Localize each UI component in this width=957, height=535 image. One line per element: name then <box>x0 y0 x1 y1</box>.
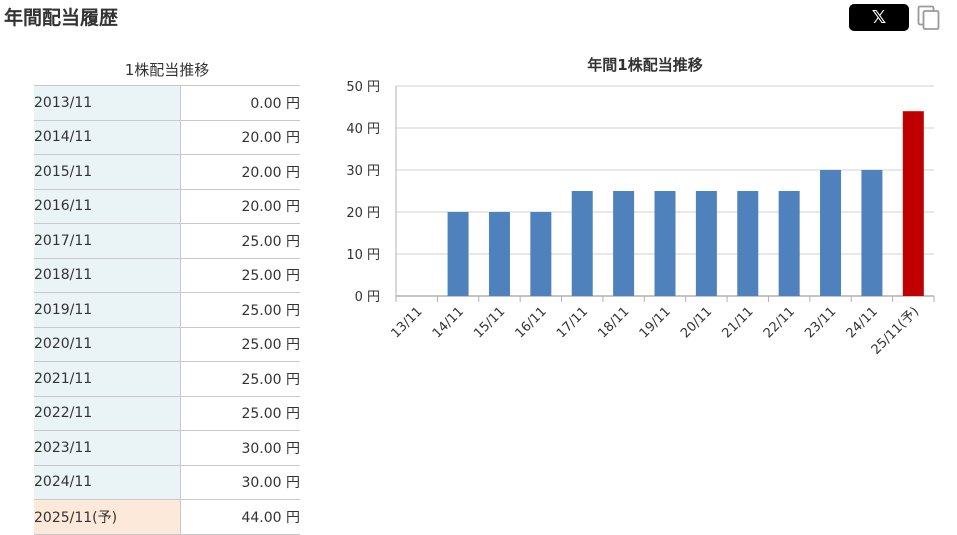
chart-title: 年間1株配当推移 <box>587 56 702 74</box>
y-tick-label: 30 円 <box>346 164 380 179</box>
amount-cell: 20.00 円 <box>180 154 300 189</box>
amount-cell: 0.00 円 <box>180 85 300 120</box>
bar <box>861 170 883 296</box>
year-cell: 2023/11 <box>34 430 181 465</box>
x-tick-label: 23/11 <box>802 304 839 341</box>
table-caption: 1株配当推移 <box>124 61 210 79</box>
amount-cell: 30.00 円 <box>180 464 300 500</box>
copy-icon[interactable] <box>917 5 941 31</box>
table-row: 2018/11 25.00 円 <box>34 257 300 293</box>
year-cell: 2025/11(予) <box>34 499 181 535</box>
amount-cell: 20.00 円 <box>180 119 300 155</box>
table-row: 2023/11 30.00 円 <box>34 430 300 465</box>
table-row: 2019/11 25.00 円 <box>34 292 300 327</box>
year-cell: 2014/11 <box>34 119 181 155</box>
y-tick-label: 40 円 <box>346 122 380 137</box>
bar <box>902 111 924 296</box>
amount-cell: 20.00 円 <box>180 188 300 224</box>
amount-cell: 44.00 円 <box>180 499 300 535</box>
bar <box>530 212 552 296</box>
x-tick-label: 21/11 <box>719 304 756 341</box>
table-row: 2025/11(予) 44.00 円 <box>34 499 300 535</box>
share-x-button[interactable]: 𝕏 <box>849 4 909 31</box>
table-row: 2022/11 25.00 円 <box>34 395 300 431</box>
y-tick-label: 20 円 <box>346 206 380 221</box>
table-row: 2013/11 0.00 円 <box>34 85 300 120</box>
x-logo-icon: 𝕏 <box>871 6 887 28</box>
x-tick-label: 24/11 <box>844 304 881 341</box>
table-row: 2017/11 25.00 円 <box>34 223 300 258</box>
bar <box>571 191 593 296</box>
table-row: 2014/11 20.00 円 <box>34 119 300 155</box>
table-row: 2015/11 20.00 円 <box>34 154 300 189</box>
year-cell: 2015/11 <box>34 154 181 189</box>
bar <box>820 170 842 296</box>
year-cell: 2022/11 <box>34 395 181 431</box>
year-cell: 2021/11 <box>34 361 181 396</box>
x-tick-label: 13/11 <box>388 304 425 341</box>
x-tick-label: 19/11 <box>637 304 674 341</box>
year-cell: 2018/11 <box>34 257 181 293</box>
amount-cell: 25.00 円 <box>180 326 300 362</box>
y-tick-label: 0 円 <box>355 290 380 305</box>
table-row: 2024/11 30.00 円 <box>34 464 300 500</box>
y-tick-label: 10 円 <box>346 248 380 263</box>
bar <box>654 191 676 296</box>
x-tick-label: 14/11 <box>430 304 467 341</box>
bar <box>695 191 717 296</box>
x-tick-label: 22/11 <box>761 304 798 341</box>
amount-cell: 25.00 円 <box>180 361 300 396</box>
year-cell: 2019/11 <box>34 292 181 327</box>
amount-cell: 25.00 円 <box>180 257 300 293</box>
dividend-table: 2013/11 0.00 円 2014/11 20.00 円 2015/11 20.00 … <box>34 85 300 535</box>
table-row: 2016/11 20.00 円 <box>34 188 300 224</box>
table-row: 2021/11 25.00 円 <box>34 361 300 396</box>
x-tick-label: 20/11 <box>678 304 715 341</box>
bar <box>737 191 759 296</box>
x-tick-label: 18/11 <box>595 304 632 341</box>
dividend-table-block: 1株配当推移 2013/11 0.00 円 2014/11 20.00 円 2015/1… <box>34 58 300 535</box>
amount-cell: 25.00 円 <box>180 223 300 258</box>
y-tick-label: 50 円 <box>346 80 380 95</box>
page-title: 年間配当履歴 <box>4 7 119 29</box>
amount-cell: 25.00 円 <box>180 292 300 327</box>
x-tick-label: 16/11 <box>513 304 550 341</box>
amount-cell: 30.00 円 <box>180 430 300 465</box>
year-cell: 2024/11 <box>34 464 181 500</box>
year-cell: 2017/11 <box>34 223 181 258</box>
bar <box>488 212 510 296</box>
table-row: 2020/11 25.00 円 <box>34 326 300 362</box>
year-cell: 2016/11 <box>34 188 181 224</box>
amount-cell: 25.00 円 <box>180 395 300 431</box>
year-cell: 2013/11 <box>34 85 181 120</box>
bar <box>447 212 469 296</box>
bar <box>613 191 635 296</box>
x-tick-label: 17/11 <box>554 304 591 341</box>
x-tick-label: 15/11 <box>471 304 508 341</box>
year-cell: 2020/11 <box>34 326 181 362</box>
dividend-bar-chart: 年間1株配当推移 0 円 10 円 20 円 30 円 40 円 50 円 13/11 14/1… <box>346 56 935 358</box>
bar <box>778 191 800 296</box>
